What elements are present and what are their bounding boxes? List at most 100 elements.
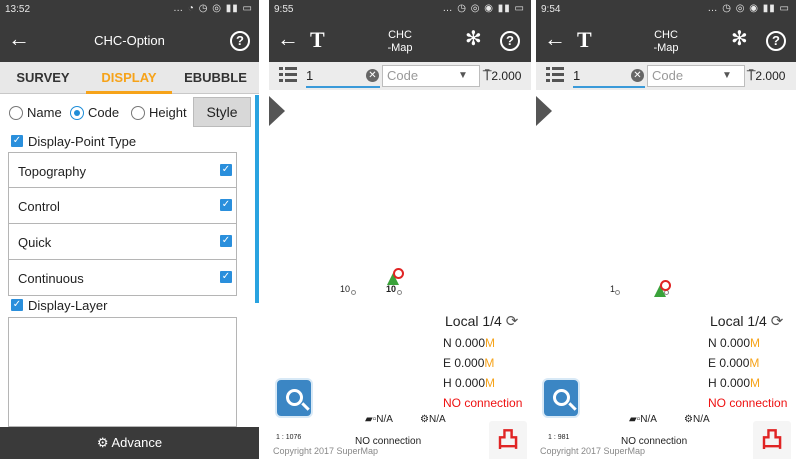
list-menu-icon[interactable] bbox=[546, 67, 564, 83]
rod-height[interactable]: ⍑2.000 bbox=[483, 67, 521, 84]
north-value: N 0.000 bbox=[708, 336, 751, 350]
title-bar: ← CHC-Option ? bbox=[0, 20, 259, 62]
clear-icon[interactable]: ✕ bbox=[366, 69, 379, 82]
help-icon[interactable]: ? bbox=[230, 31, 250, 51]
height-coord: H 0.000M bbox=[708, 376, 760, 390]
settings-gear-icon[interactable]: ✻ bbox=[465, 29, 482, 49]
height-unit: M bbox=[750, 376, 761, 390]
list-menu-icon[interactable] bbox=[279, 67, 297, 83]
status-bar: 9:54 … ◷ ◎ ◉ ▮▮ ▭ bbox=[536, 0, 796, 20]
connection-status: NO connection bbox=[443, 396, 523, 410]
list-item-label: Topography bbox=[18, 164, 86, 179]
radio-code[interactable] bbox=[70, 106, 84, 120]
rod-height-value: 2.000 bbox=[755, 69, 786, 83]
map-screen: 9:54 … ◷ ◎ ◉ ▮▮ ▭ ← T CHC -Map ✻ ? 1 ✕ C… bbox=[536, 0, 796, 459]
text-icon[interactable]: T bbox=[310, 27, 325, 53]
map-search-button[interactable] bbox=[275, 378, 313, 418]
east-coord: E 0.000M bbox=[708, 356, 759, 370]
page-title: CHC -Map bbox=[387, 29, 413, 54]
current-position-icon bbox=[387, 268, 404, 285]
status-time: 13:52 bbox=[5, 4, 31, 15]
point-entry-bar: 1 ✕ Code ▼ ⍑2.000 bbox=[536, 62, 796, 90]
clear-icon[interactable]: ✕ bbox=[631, 69, 644, 82]
settings-gear-icon[interactable]: ✻ bbox=[731, 29, 748, 49]
help-icon[interactable]: ? bbox=[500, 31, 520, 51]
satellite-icon: ⚙ bbox=[420, 414, 429, 425]
map-copyright: Copyright 2017 SuperMap bbox=[273, 446, 379, 456]
satellite-value: N/A bbox=[692, 414, 710, 425]
gnss-value: N/A bbox=[376, 414, 393, 425]
east-unit: M bbox=[484, 356, 495, 370]
point-type-header: Display-Point Type bbox=[28, 134, 137, 149]
radio-code-label: Code bbox=[88, 105, 120, 120]
advance-button[interactable]: ⚙ Advance bbox=[0, 427, 259, 459]
map-scale: 1 : 981 bbox=[548, 434, 570, 441]
height-unit: M bbox=[485, 376, 496, 390]
map-search-button[interactable] bbox=[542, 378, 580, 418]
dropdown-icon[interactable]: ▼ bbox=[458, 70, 468, 81]
radio-height[interactable] bbox=[131, 106, 145, 120]
text-icon[interactable]: T bbox=[577, 27, 592, 53]
refresh-icon[interactable]: ⟳ bbox=[771, 313, 784, 330]
tab-ebubble[interactable]: EBUBBLE bbox=[172, 62, 259, 94]
list-item[interactable]: Quick ✓ bbox=[8, 224, 237, 260]
side-expand-icon[interactable] bbox=[269, 96, 285, 126]
advance-label: Advance bbox=[111, 435, 163, 450]
list-item[interactable]: Continuous ✓ bbox=[8, 260, 237, 296]
list-item-checkbox[interactable]: ✓ bbox=[220, 235, 232, 247]
back-arrow-icon[interactable]: ← bbox=[277, 28, 299, 50]
style-button[interactable]: Style bbox=[193, 97, 251, 127]
satellite-status: ⚙N/A bbox=[684, 414, 710, 425]
scrollbar[interactable] bbox=[255, 95, 259, 303]
survey-point[interactable] bbox=[351, 290, 356, 295]
status-time: 9:55 bbox=[274, 4, 294, 15]
north-unit: M bbox=[750, 336, 761, 350]
list-item-checkbox[interactable]: ✓ bbox=[220, 164, 232, 176]
local-label[interactable]: Local 1/4 ⟳ bbox=[710, 312, 783, 330]
status-bar: 9:55 … ◷ ◎ ◉ ▮▮ ▭ bbox=[269, 0, 531, 20]
list-item[interactable]: Topography ✓ bbox=[8, 152, 237, 188]
side-expand-icon[interactable] bbox=[536, 96, 552, 126]
tab-survey[interactable]: SURVEY bbox=[0, 62, 86, 94]
gear-icon: ⚙ bbox=[96, 435, 109, 450]
rod-height[interactable]: ⍑2.000 bbox=[747, 67, 785, 84]
list-item-label: Quick bbox=[18, 235, 52, 250]
point-label: 10 bbox=[340, 284, 351, 294]
title-bar: ← T CHC -Map ✻ ? bbox=[536, 20, 796, 62]
survey-point[interactable] bbox=[615, 290, 620, 295]
list-item-label: Control bbox=[18, 199, 60, 214]
tab-display[interactable]: DISPLAY bbox=[86, 62, 172, 94]
status-icons: … ◷ ◎ ◉ ▮▮ ▭ bbox=[707, 3, 790, 14]
north-value: N 0.000 bbox=[443, 336, 486, 350]
status-time: 9:54 bbox=[541, 4, 561, 15]
point-type-checkbox[interactable]: ✓ bbox=[11, 135, 23, 147]
list-item-checkbox[interactable]: ✓ bbox=[220, 199, 232, 211]
current-position-icon bbox=[654, 280, 671, 297]
radio-height-label: Height bbox=[149, 105, 187, 120]
list-item-checkbox[interactable]: ✓ bbox=[220, 271, 232, 283]
radio-name[interactable] bbox=[9, 106, 23, 120]
survey-stake-button[interactable]: 凸 bbox=[753, 421, 791, 459]
back-arrow-icon[interactable]: ← bbox=[544, 28, 566, 50]
satellite-status: ⚙N/A bbox=[420, 414, 446, 425]
dropdown-icon[interactable]: ▼ bbox=[722, 70, 732, 81]
layer-list[interactable] bbox=[8, 317, 237, 427]
gnss-status: ▰▫N/A bbox=[629, 414, 657, 425]
status-bar: 13:52 … ◔ ◷ ◎ ▮▮ ▭ bbox=[0, 0, 259, 20]
point-entry-bar: 1 ✕ Code ▼ ⍑2.000 bbox=[269, 62, 531, 90]
gnss-status: ▰▫N/A bbox=[365, 414, 393, 425]
survey-point[interactable] bbox=[397, 290, 402, 295]
connection-status: NO connection bbox=[708, 396, 788, 410]
refresh-icon[interactable]: ⟳ bbox=[506, 313, 519, 330]
survey-stake-button[interactable]: 凸 bbox=[489, 421, 527, 459]
satellite-icon: ⚙ bbox=[684, 414, 693, 425]
radio-name-label: Name bbox=[27, 105, 62, 120]
north-unit: M bbox=[485, 336, 496, 350]
map-screen: 9:55 … ◷ ◎ ◉ ▮▮ ▭ ← T CHC -Map ✻ ? 1 ✕ C… bbox=[269, 0, 531, 459]
list-item[interactable]: Control ✓ bbox=[8, 188, 237, 224]
help-icon[interactable]: ? bbox=[766, 31, 786, 51]
satellite-value: N/A bbox=[428, 414, 446, 425]
local-label[interactable]: Local 1/4 ⟳ bbox=[445, 312, 518, 330]
layer-checkbox[interactable]: ✓ bbox=[11, 299, 23, 311]
height-coord: H 0.000M bbox=[443, 376, 495, 390]
